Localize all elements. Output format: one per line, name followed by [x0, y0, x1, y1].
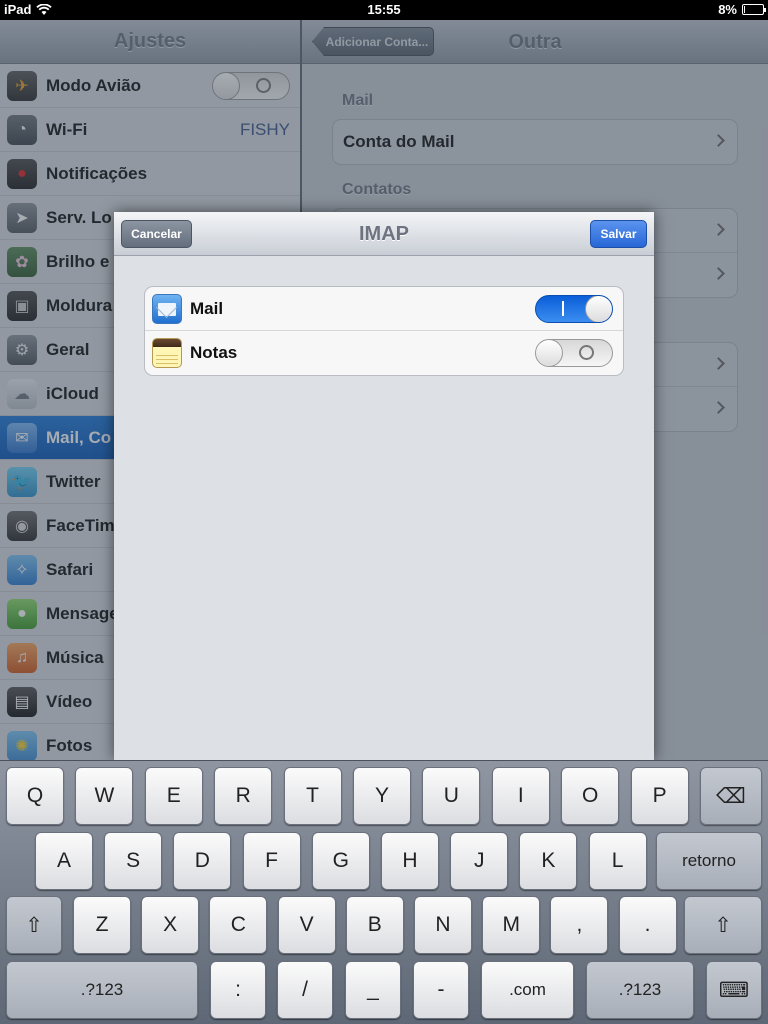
key-q[interactable]: Q: [6, 767, 64, 825]
status-time: 15:55: [367, 2, 401, 17]
backspace-icon: ⌫: [716, 784, 746, 808]
key-h[interactable]: H: [381, 832, 439, 890]
shift-key-right[interactable]: ⇧: [684, 896, 762, 954]
key-c[interactable]: C: [209, 896, 268, 954]
key-colon[interactable]: :: [210, 961, 266, 1019]
key-z[interactable]: Z: [73, 896, 131, 954]
imap-modal-sheet: Cancelar IMAP Salvar Mail Notas: [114, 212, 654, 760]
numbers-key-left[interactable]: .?123: [6, 961, 198, 1019]
key-f[interactable]: F: [242, 832, 301, 890]
key-p[interactable]: P: [630, 767, 689, 825]
shift-icon: ⇧: [25, 913, 43, 937]
key-n[interactable]: N: [414, 896, 472, 954]
key-period[interactable]: .: [618, 896, 677, 954]
row-mail-sync: Mail: [145, 287, 623, 331]
sync-options-group: Mail Notas: [144, 286, 624, 376]
key-j[interactable]: J: [450, 832, 509, 890]
key-b[interactable]: B: [345, 896, 404, 954]
key-i[interactable]: I: [491, 767, 550, 825]
battery-icon: [742, 4, 766, 15]
key-a[interactable]: A: [35, 832, 93, 890]
shift-key-left[interactable]: ⇧: [6, 896, 62, 954]
mail-app-icon: [152, 293, 182, 324]
key-hyphen[interactable]: -: [413, 961, 469, 1019]
key-w[interactable]: W: [75, 767, 134, 825]
key-m[interactable]: M: [482, 896, 541, 954]
screen: iPad 15:55 8% Ajustes ✈ Modo Avião ◔ Wi-Fi F…: [0, 0, 768, 1024]
backspace-key[interactable]: ⌫: [700, 767, 762, 825]
row-label: Notas: [190, 343, 238, 362]
key-l[interactable]: L: [588, 832, 647, 890]
modal-nav-bar: Cancelar IMAP Salvar: [114, 212, 654, 256]
row-label: Mail: [190, 298, 224, 318]
toggle-knob: [536, 340, 563, 366]
key-k[interactable]: K: [519, 832, 578, 890]
key-e[interactable]: E: [144, 767, 203, 825]
key-d[interactable]: D: [173, 832, 232, 890]
key-t[interactable]: T: [283, 767, 342, 825]
modal-title: IMAP: [359, 222, 409, 245]
status-bar: iPad 15:55 8%: [0, 0, 768, 20]
key-comma[interactable]: ,: [550, 896, 609, 954]
toggle-knob: [585, 296, 612, 322]
key-x[interactable]: X: [141, 896, 200, 954]
key-r[interactable]: R: [214, 767, 273, 825]
key-o[interactable]: O: [561, 767, 620, 825]
notes-sync-toggle[interactable]: [535, 339, 613, 367]
notes-app-icon: [152, 338, 182, 368]
key-g[interactable]: G: [311, 832, 370, 890]
key-y[interactable]: Y: [353, 767, 411, 825]
battery-percent: 8%: [718, 2, 737, 17]
key-underscore[interactable]: _: [345, 961, 401, 1019]
key-dotcom[interactable]: .com: [481, 961, 574, 1019]
key-s[interactable]: S: [104, 832, 163, 890]
numbers-key-right[interactable]: .?123: [586, 961, 694, 1019]
save-button[interactable]: Salvar: [590, 220, 647, 248]
shift-icon: ⇧: [714, 913, 732, 937]
row-notes-sync: Notas: [145, 331, 623, 375]
key-slash[interactable]: /: [277, 961, 333, 1019]
battery-fill: [744, 6, 745, 13]
key-v[interactable]: V: [277, 896, 336, 954]
return-key[interactable]: retorno: [656, 832, 762, 890]
toggle-off-glyph: [579, 345, 594, 360]
onscreen-keyboard: Q W E R T Y U I O P ⌫ A S D F G H J K Lretorno ⇧ Z X C V B N M,. ⇧.?…: [0, 760, 768, 1024]
key-u[interactable]: U: [422, 767, 481, 825]
keyboard-dismiss-icon: ⌨: [718, 978, 750, 1002]
dismiss-keyboard-key[interactable]: ⌨: [706, 961, 762, 1019]
toggle-on-glyph: [562, 301, 564, 316]
mail-sync-toggle[interactable]: [535, 295, 613, 323]
